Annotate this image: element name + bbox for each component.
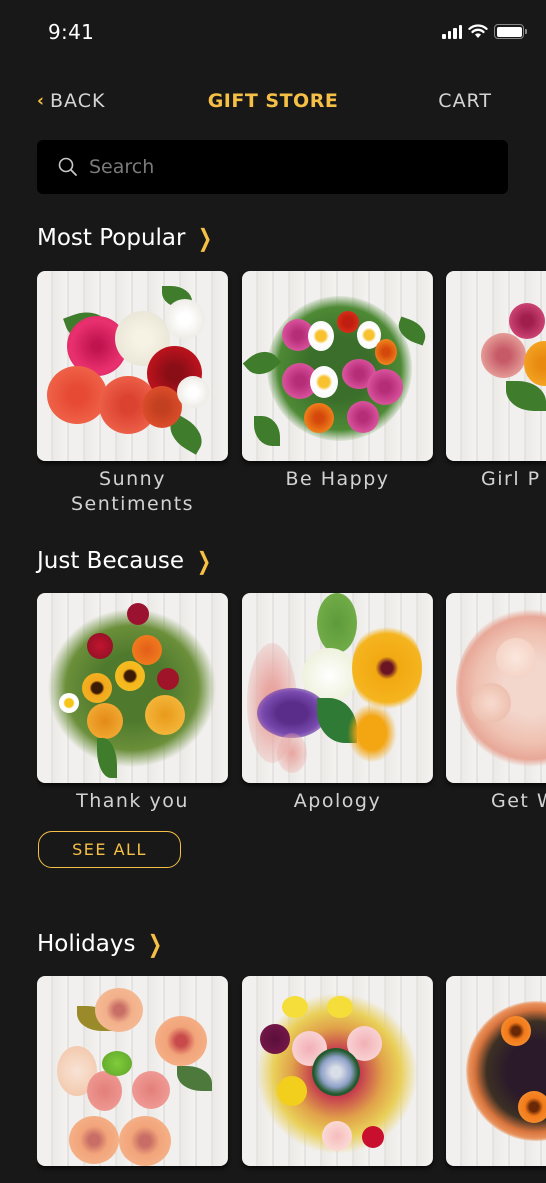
product-card[interactable] — [37, 976, 228, 1166]
product-image-orange-gerbera — [446, 976, 546, 1166]
battery-icon — [494, 24, 527, 39]
product-image-mixed-succulent — [242, 976, 433, 1166]
chevron-right-icon: ❯ — [198, 224, 213, 252]
section-title-holidays[interactable]: Holidays ❯ — [37, 930, 166, 958]
cart-button[interactable]: CART — [438, 90, 492, 112]
cellular-signal-icon — [442, 24, 462, 39]
chevron-right-icon: ❯ — [197, 547, 212, 575]
product-name: Sunny Sentiments — [70, 468, 195, 515]
product-name: Get W — [491, 790, 546, 812]
section-title-text: Most Popular — [37, 225, 186, 251]
section-title-just-because[interactable]: Just Because ❯ — [37, 547, 214, 575]
carousel-holidays[interactable] — [37, 976, 546, 1183]
wifi-icon — [468, 24, 488, 38]
status-time: 9:41 — [48, 20, 95, 44]
product-name: Thank you — [76, 790, 189, 812]
product-card[interactable] — [242, 976, 433, 1166]
see-all-button[interactable]: SEE ALL — [38, 831, 181, 868]
product-card[interactable]: Sunny Sentiments — [37, 271, 228, 517]
section-title-most-popular[interactable]: Most Popular ❯ — [37, 224, 216, 252]
product-card[interactable]: Be Happy — [242, 271, 433, 492]
product-card[interactable]: Get W — [446, 593, 546, 814]
product-image-sunny-sentiments — [37, 271, 228, 461]
search-input[interactable] — [89, 156, 469, 178]
section-title-text: Holidays — [37, 931, 136, 957]
product-image-apology — [242, 593, 433, 783]
nav-bar: ‹ BACK GIFT STORE CART — [0, 88, 546, 118]
product-card[interactable]: Thank you — [37, 593, 228, 814]
product-image-be-happy — [242, 271, 433, 461]
search-bar[interactable] — [37, 140, 508, 194]
chevron-right-icon: ❯ — [148, 930, 163, 958]
status-icons — [442, 24, 527, 39]
product-image-peach-peonies — [37, 976, 228, 1166]
product-name: Girl P — [481, 468, 541, 490]
product-image-girl-power — [446, 271, 546, 461]
product-image-get-well — [446, 593, 546, 783]
product-card[interactable]: Girl P — [446, 271, 546, 492]
product-name: Apology — [293, 790, 382, 812]
section-title-text: Just Because — [37, 548, 185, 574]
status-bar: 9:41 — [0, 0, 546, 66]
product-name: Be Happy — [285, 468, 390, 490]
product-card[interactable] — [446, 976, 546, 1166]
search-icon — [58, 157, 77, 176]
product-image-thank-you — [37, 593, 228, 783]
carousel-just-because[interactable]: Thank you Apology Get W — [37, 593, 546, 843]
carousel-most-popular[interactable]: Sunny Sentiments Be Happy Girl P — [37, 271, 546, 521]
product-card[interactable]: Apology — [242, 593, 433, 814]
